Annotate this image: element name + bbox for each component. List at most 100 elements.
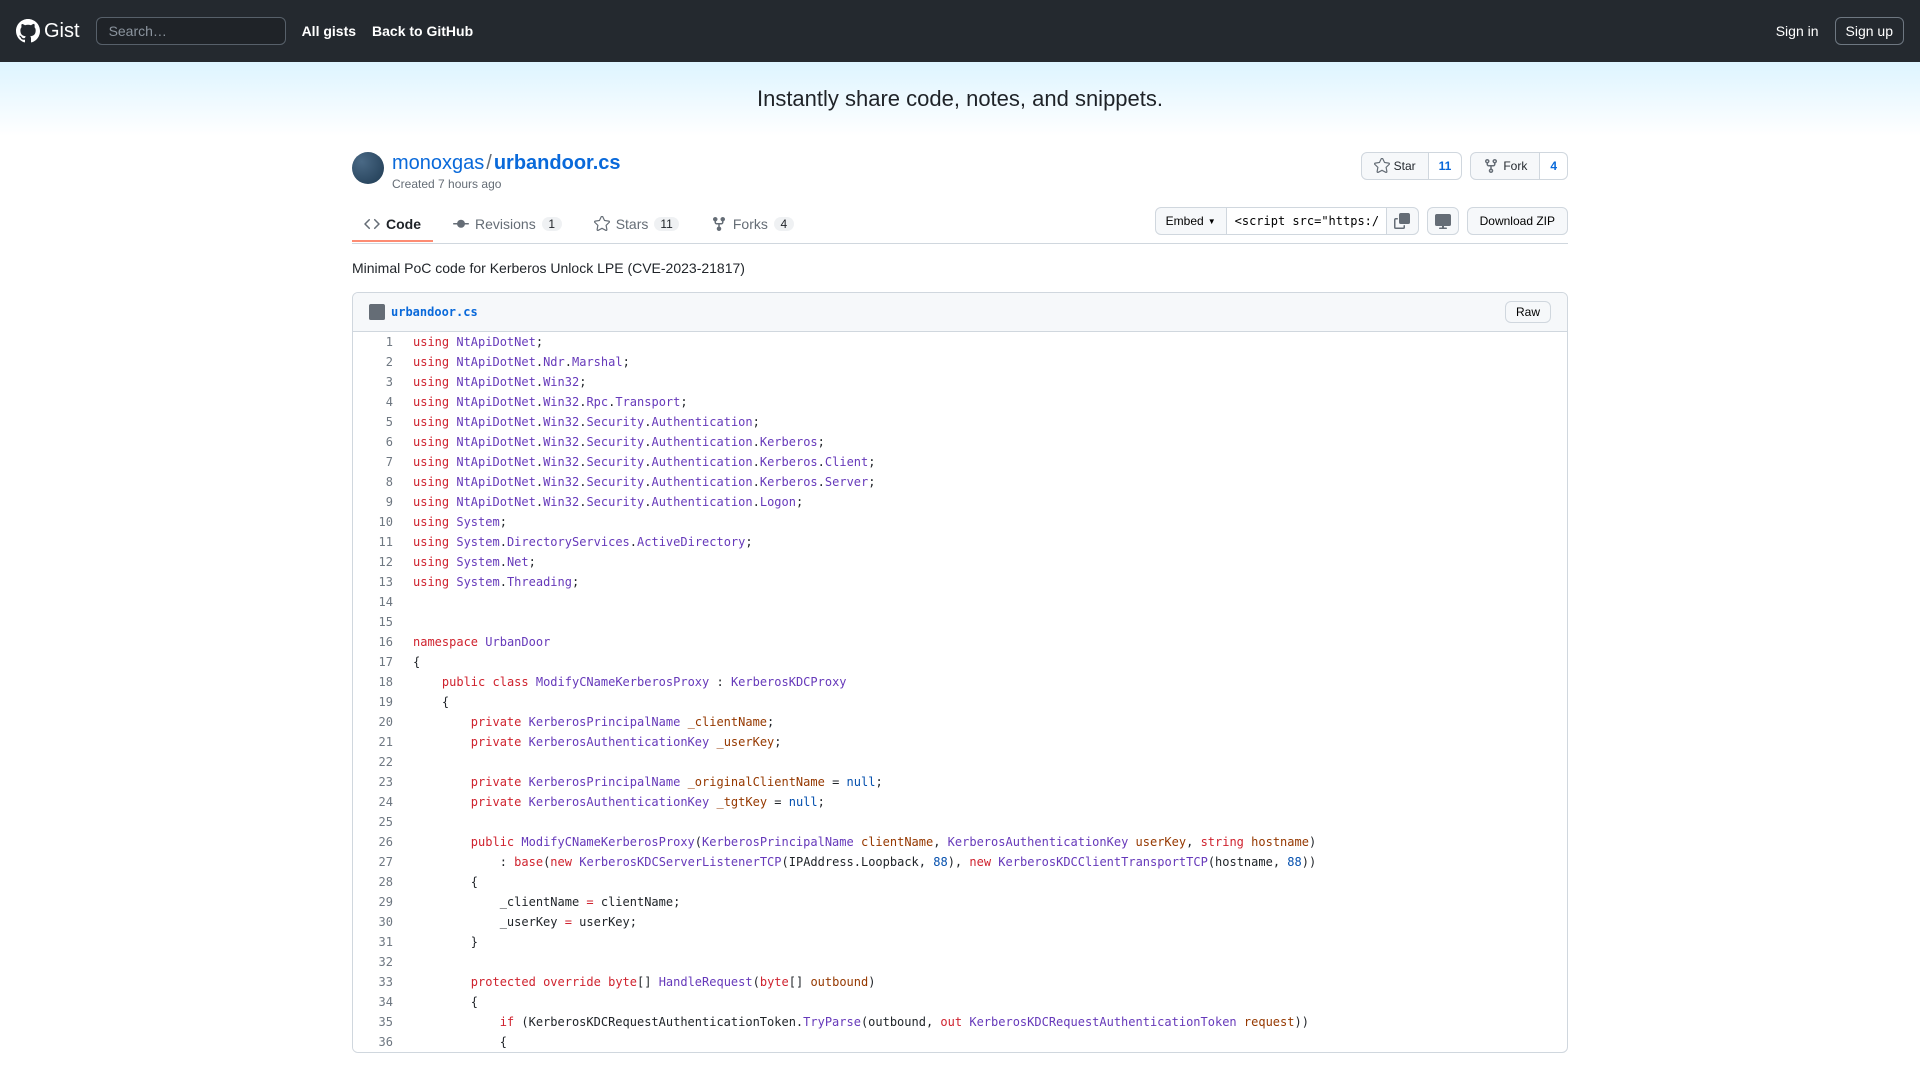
line-number[interactable]: 35 xyxy=(353,1012,403,1032)
line-number[interactable]: 2 xyxy=(353,352,403,372)
line-number[interactable]: 5 xyxy=(353,412,403,432)
author-avatar[interactable] xyxy=(352,152,384,184)
line-number[interactable]: 34 xyxy=(353,992,403,1012)
line-number[interactable]: 19 xyxy=(353,692,403,712)
line-number[interactable]: 28 xyxy=(353,872,403,892)
line-content: private KerberosAuthenticationKey _userK… xyxy=(403,732,1567,752)
line-content: private KerberosPrincipalName _originalC… xyxy=(403,772,1567,792)
line-number[interactable]: 6 xyxy=(353,432,403,452)
line-content: using NtApiDotNet.Win32.Security.Authent… xyxy=(403,412,1567,432)
tab-revisions[interactable]: Revisions 1 xyxy=(441,208,574,242)
line-content: using NtApiDotNet.Ndr.Marshal; xyxy=(403,352,1567,372)
github-mark-icon xyxy=(16,19,40,43)
tab-stars[interactable]: Stars 11 xyxy=(582,208,691,242)
line-content: public class ModifyCNameKerberosProxy : … xyxy=(403,672,1567,692)
copy-icon xyxy=(1394,213,1410,229)
line-content xyxy=(403,752,1567,772)
code-line: 9using NtApiDotNet.Win32.Security.Authen… xyxy=(353,492,1567,512)
embed-url-input[interactable] xyxy=(1227,207,1387,235)
line-content: using NtApiDotNet.Win32.Security.Authent… xyxy=(403,432,1567,452)
line-number[interactable]: 23 xyxy=(353,772,403,792)
line-number[interactable]: 33 xyxy=(353,972,403,992)
raw-button[interactable]: Raw xyxy=(1505,301,1551,323)
code-line: 15 xyxy=(353,612,1567,632)
back-to-github-link[interactable]: Back to GitHub xyxy=(372,23,473,39)
fork-count[interactable]: 4 xyxy=(1540,152,1568,180)
line-content xyxy=(403,612,1567,632)
line-number[interactable]: 21 xyxy=(353,732,403,752)
stars-count: 11 xyxy=(654,217,678,231)
line-content: { xyxy=(403,872,1567,892)
file-header: urbandoor.cs Raw xyxy=(353,293,1567,332)
line-content xyxy=(403,812,1567,832)
line-number[interactable]: 31 xyxy=(353,932,403,952)
code-line: 2using NtApiDotNet.Ndr.Marshal; xyxy=(353,352,1567,372)
line-content: using System.Threading; xyxy=(403,572,1567,592)
fork-button[interactable]: Fork xyxy=(1470,152,1540,180)
embed-dropdown[interactable]: Embed ▼ xyxy=(1155,207,1227,235)
star-count[interactable]: 11 xyxy=(1429,152,1463,180)
line-number[interactable]: 7 xyxy=(353,452,403,472)
star-label: Star xyxy=(1394,159,1416,173)
line-number[interactable]: 16 xyxy=(353,632,403,652)
line-number[interactable]: 22 xyxy=(353,752,403,772)
code-line: 1using NtApiDotNet; xyxy=(353,332,1567,352)
star-button[interactable]: Star xyxy=(1361,152,1429,180)
line-number[interactable]: 18 xyxy=(353,672,403,692)
code-line: 19 { xyxy=(353,692,1567,712)
line-content: { xyxy=(403,992,1567,1012)
line-number[interactable]: 20 xyxy=(353,712,403,732)
line-number[interactable]: 4 xyxy=(353,392,403,412)
tab-forks-label: Forks xyxy=(733,216,768,232)
line-content: private KerberosPrincipalName _clientNam… xyxy=(403,712,1567,732)
line-content: { xyxy=(403,652,1567,672)
file-name-link[interactable]: urbandoor.cs xyxy=(391,305,478,319)
code-line: 35 if (KerberosKDCRequestAuthenticationT… xyxy=(353,1012,1567,1032)
line-content: private KerberosAuthenticationKey _tgtKe… xyxy=(403,792,1567,812)
line-number[interactable]: 26 xyxy=(353,832,403,852)
line-content: using System; xyxy=(403,512,1567,532)
line-number[interactable]: 13 xyxy=(353,572,403,592)
signin-link[interactable]: Sign in xyxy=(1776,23,1819,39)
line-number[interactable]: 17 xyxy=(353,652,403,672)
tab-code[interactable]: Code xyxy=(352,208,433,242)
line-number[interactable]: 12 xyxy=(353,552,403,572)
tabs-bar: Code Revisions 1 Stars 11 Forks 4 E xyxy=(352,207,1568,244)
line-number[interactable]: 36 xyxy=(353,1032,403,1052)
line-content: { xyxy=(403,1032,1567,1052)
line-number[interactable]: 14 xyxy=(353,592,403,612)
line-number[interactable]: 32 xyxy=(353,952,403,972)
download-zip-button[interactable]: Download ZIP xyxy=(1467,207,1568,235)
gist-logo[interactable]: Gist xyxy=(16,19,80,43)
code-line: 3using NtApiDotNet.Win32; xyxy=(353,372,1567,392)
history-icon xyxy=(453,216,469,232)
line-number[interactable]: 27 xyxy=(353,852,403,872)
line-number[interactable]: 30 xyxy=(353,912,403,932)
signup-button[interactable]: Sign up xyxy=(1835,17,1904,45)
line-number[interactable]: 15 xyxy=(353,612,403,632)
gist-filename-link[interactable]: urbandoor.cs xyxy=(494,152,621,174)
code-line: 25 xyxy=(353,812,1567,832)
code-line: 11using System.DirectoryServices.ActiveD… xyxy=(353,532,1567,552)
line-content: public ModifyCNameKerberosProxy(Kerberos… xyxy=(403,832,1567,852)
line-number[interactable]: 3 xyxy=(353,372,403,392)
gist-header: monoxgas/urbandoor.cs Created 7 hours ag… xyxy=(352,136,1568,191)
line-number[interactable]: 1 xyxy=(353,332,403,352)
search-input[interactable] xyxy=(96,17,286,45)
star-button-group: Star 11 xyxy=(1361,152,1463,180)
author-link[interactable]: monoxgas xyxy=(392,152,484,174)
revisions-count: 1 xyxy=(542,217,562,231)
code-line: 20 private KerberosPrincipalName _client… xyxy=(353,712,1567,732)
line-number[interactable]: 29 xyxy=(353,892,403,912)
copy-embed-button[interactable] xyxy=(1387,207,1419,235)
tab-forks[interactable]: Forks 4 xyxy=(699,208,806,242)
line-number[interactable]: 10 xyxy=(353,512,403,532)
all-gists-link[interactable]: All gists xyxy=(302,23,356,39)
line-number[interactable]: 11 xyxy=(353,532,403,552)
line-number[interactable]: 25 xyxy=(353,812,403,832)
desktop-button[interactable] xyxy=(1427,207,1459,235)
code-line: 27 : base(new KerberosKDCServerListenerT… xyxy=(353,852,1567,872)
line-number[interactable]: 8 xyxy=(353,472,403,492)
line-number[interactable]: 9 xyxy=(353,492,403,512)
line-number[interactable]: 24 xyxy=(353,792,403,812)
